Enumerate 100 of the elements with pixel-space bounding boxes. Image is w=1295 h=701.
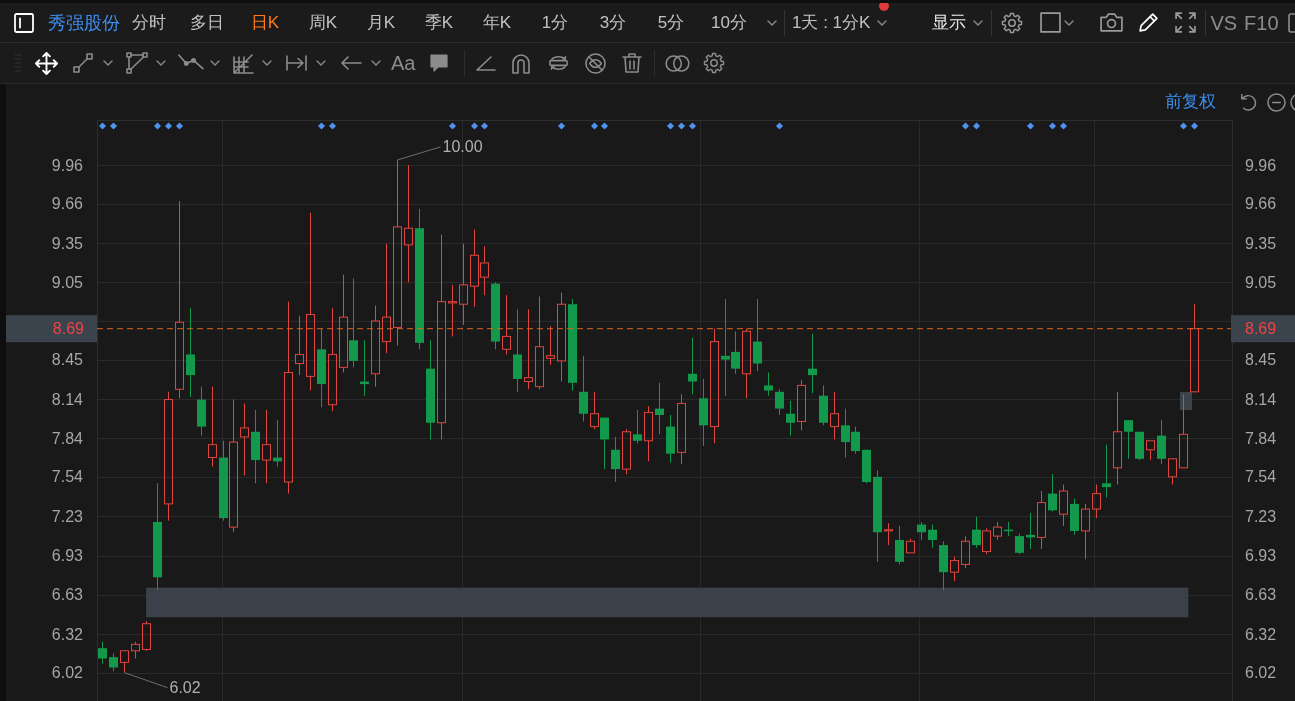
- axis-tick-label: 6.63: [51, 585, 83, 603]
- square-icon[interactable]: [1040, 12, 1062, 33]
- chevron-down-icon[interactable]: [103, 60, 113, 66]
- speech-bubble-icon[interactable]: [429, 53, 450, 73]
- period-tab[interactable]: 周K: [294, 10, 352, 35]
- eye-slash-icon[interactable]: [585, 52, 607, 74]
- loop-arrows-icon[interactable]: [548, 53, 570, 73]
- period-tab[interactable]: 季K: [410, 10, 468, 35]
- candlestick: [688, 337, 697, 395]
- candlestick: [1048, 473, 1057, 513]
- display-dropdown[interactable]: 显示: [932, 10, 984, 35]
- candlestick: [1102, 444, 1111, 498]
- axis-tick-label: 6.02: [1245, 664, 1277, 682]
- angle-icon[interactable]: [476, 55, 497, 71]
- axis-tick-label: 7.23: [1245, 508, 1277, 526]
- grid-chart-icon[interactable]: [233, 52, 254, 74]
- candlestick: [764, 372, 773, 397]
- sidebar-toggle-icon[interactable]: [14, 12, 34, 33]
- chevron-down-icon[interactable]: [262, 60, 272, 66]
- candlestick: [382, 243, 391, 354]
- leader-line: [397, 146, 441, 161]
- camera-icon[interactable]: [1099, 12, 1125, 33]
- chevron-down-icon[interactable]: [210, 60, 220, 66]
- period-tab[interactable]: 3分: [584, 10, 642, 35]
- candlestick: [1168, 458, 1177, 486]
- diamond-marker-icon: [591, 122, 598, 130]
- chevron-down-icon[interactable]: [371, 60, 381, 66]
- chevron-down-icon[interactable]: [877, 19, 888, 26]
- axis-tick-label: 6.32: [1245, 625, 1277, 643]
- undo-icon[interactable]: [1240, 93, 1258, 111]
- period-tab[interactable]: 日K: [236, 10, 294, 35]
- diamond-marker-icon: [329, 122, 336, 130]
- candlestick: [349, 277, 358, 368]
- candlestick: [1146, 440, 1155, 461]
- candlestick: [371, 305, 380, 388]
- triangle-nodes-icon[interactable]: [126, 52, 148, 74]
- chevron-down-icon[interactable]: [973, 19, 984, 26]
- candlestick: [404, 164, 413, 283]
- candlestick: [393, 159, 402, 346]
- diamond-marker-icon: [110, 122, 117, 130]
- candlestick: [917, 521, 926, 541]
- diamond-marker-icon: [601, 122, 608, 130]
- diamond-marker-icon: [973, 122, 980, 130]
- period-tab[interactable]: 月K: [352, 10, 410, 35]
- candlestick: [808, 333, 817, 394]
- diamond-marker-icon: [1180, 122, 1187, 130]
- axis-tick-label: 6.32: [51, 625, 83, 643]
- arch-icon[interactable]: [511, 52, 532, 74]
- chevron-down-icon[interactable]: [767, 19, 777, 26]
- candlestick: [600, 417, 609, 470]
- candlestick: [109, 652, 118, 672]
- stock-name[interactable]: 秀强股份: [48, 10, 120, 35]
- diamond-marker-icon: [1049, 122, 1056, 130]
- arrow-left-icon[interactable]: [340, 55, 362, 71]
- line-segment-icon[interactable]: [73, 53, 93, 73]
- axis-tick-label: 9.66: [1245, 195, 1277, 213]
- fullscreen-icon[interactable]: [1175, 12, 1197, 33]
- candlestick: [786, 400, 795, 437]
- adjustment-link[interactable]: 前复权: [1165, 91, 1216, 113]
- axis-tick-label: 6.02: [51, 664, 83, 682]
- axis-tick-label: 9.35: [1245, 235, 1277, 253]
- diamond-marker-icon: [689, 122, 696, 130]
- text-tool[interactable]: Aa: [391, 51, 416, 75]
- chevron-down-icon[interactable]: [316, 60, 326, 66]
- period-tab[interactable]: 10分: [700, 10, 758, 35]
- candlestick: [611, 436, 620, 483]
- candlestick: [1113, 391, 1122, 486]
- period-tab[interactable]: 多日: [178, 10, 236, 35]
- axis-tick-label: 7.84: [51, 429, 83, 447]
- measure-arrow-icon[interactable]: [286, 55, 308, 71]
- leader-line: [124, 672, 168, 689]
- period-tab[interactable]: 年K: [468, 10, 526, 35]
- trash-icon[interactable]: [622, 53, 643, 73]
- candlestick: [98, 641, 107, 665]
- candlestick: [459, 243, 468, 326]
- period-tab[interactable]: 5分: [642, 10, 700, 35]
- settings-icon[interactable]: [1001, 11, 1024, 34]
- diamond-marker-icon: [678, 122, 685, 130]
- axis-tick-label: 7.23: [51, 508, 83, 526]
- chevron-down-icon[interactable]: [156, 60, 166, 66]
- pencil-icon[interactable]: [1138, 12, 1160, 33]
- low-price-label: 6.02: [169, 679, 201, 697]
- candlestick: [557, 292, 566, 383]
- candlestick: [1179, 393, 1188, 469]
- minus-circle-icon[interactable]: [1267, 92, 1286, 112]
- candlestick: [1190, 303, 1199, 393]
- period-tab[interactable]: 分时: [120, 10, 178, 35]
- diamond-marker-icon: [471, 122, 478, 130]
- period-tab[interactable]: 1分: [526, 10, 584, 35]
- two-circles-icon[interactable]: [665, 54, 691, 72]
- interval-dropdown[interactable]: 1天 : 1分K: [792, 10, 888, 35]
- f10-button[interactable]: F10: [1244, 10, 1279, 35]
- candlestick: [1015, 533, 1024, 555]
- settings-icon[interactable]: [703, 52, 726, 74]
- candlestick: [895, 525, 904, 565]
- axis-tick-label: 7.84: [1245, 429, 1277, 447]
- chevron-down-icon[interactable]: [1064, 19, 1075, 26]
- candlestick: [262, 409, 271, 484]
- move-icon[interactable]: [35, 51, 58, 75]
- compare-button[interactable]: VS: [1210, 10, 1238, 35]
